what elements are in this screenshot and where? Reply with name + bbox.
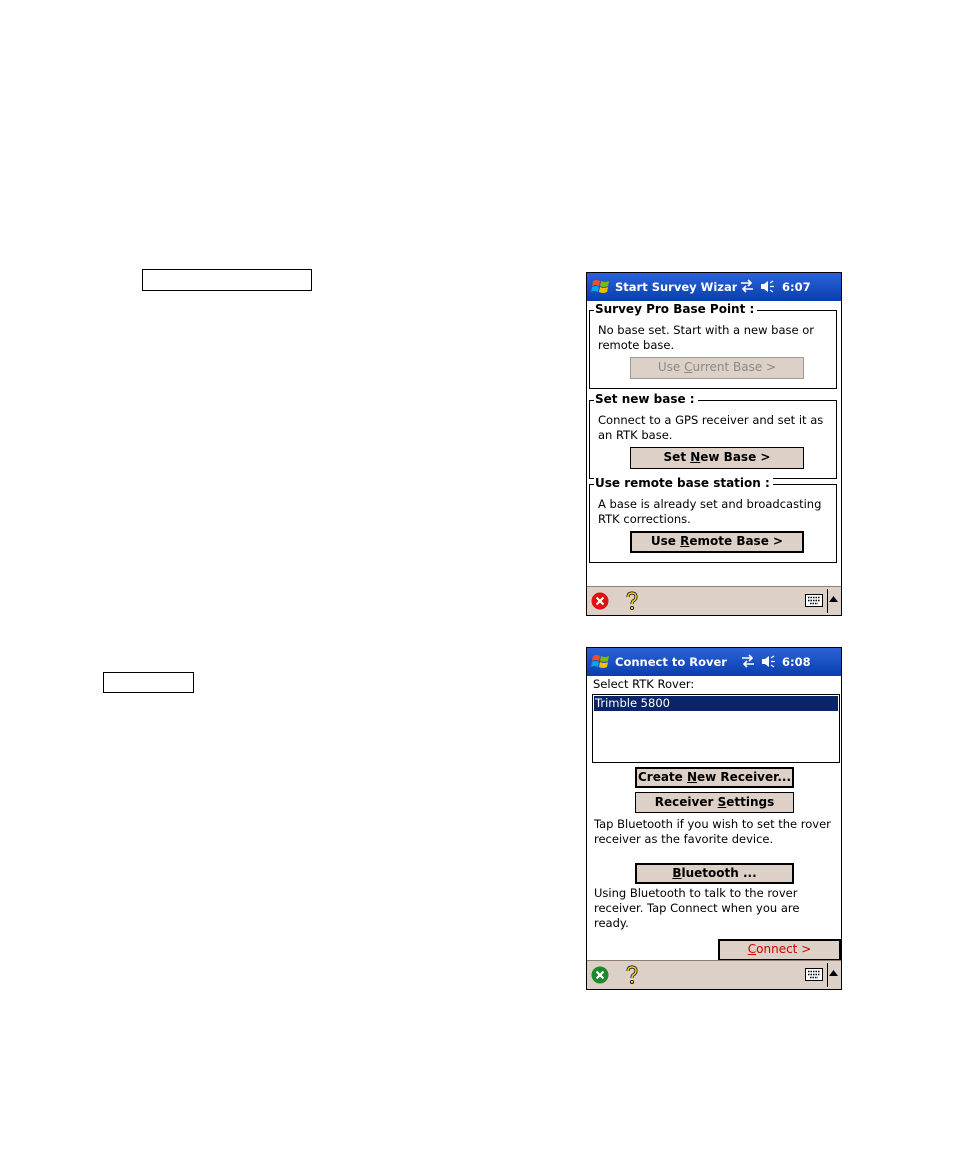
keyboard-icon[interactable] xyxy=(805,594,823,607)
group-title: Set new base : xyxy=(594,392,698,406)
bluetooth-hint-text: Tap Bluetooth if you wish to set the rov… xyxy=(594,817,831,846)
select-rover-label: Select RTK Rover: xyxy=(593,677,695,691)
use-remote-base-button[interactable]: Use Remote Base > xyxy=(630,531,804,553)
receiver-settings-button[interactable]: Receiver Settings xyxy=(635,792,794,813)
clock[interactable]: 6:07 xyxy=(782,280,811,294)
create-new-receiver-button[interactable]: Create New Receiver... xyxy=(635,767,794,788)
form-field-box xyxy=(103,672,194,693)
command-bar xyxy=(587,586,841,615)
separator xyxy=(827,963,828,987)
rover-listbox[interactable]: Trimble 5800 xyxy=(592,694,840,763)
speaker-icon[interactable] xyxy=(761,655,776,668)
group-description: No base set. Start with a new base or re… xyxy=(598,323,815,352)
bluetooth-status-text: Using Bluetooth to talk to the rover rec… xyxy=(594,886,800,930)
window-title: Start Survey Wizard xyxy=(615,280,737,294)
clock[interactable]: 6:08 xyxy=(782,655,811,669)
windows-start-icon[interactable] xyxy=(590,652,612,672)
separator xyxy=(827,589,828,613)
list-item[interactable]: Trimble 5800 xyxy=(594,696,838,711)
form-field-box xyxy=(142,269,312,291)
group-description: A base is already set and broadcasting R… xyxy=(598,497,822,526)
group-title: Use remote base station : xyxy=(594,476,773,490)
speaker-icon[interactable] xyxy=(760,280,775,293)
keyboard-icon[interactable] xyxy=(805,968,823,981)
close-icon[interactable] xyxy=(591,592,609,610)
sip-arrow-icon[interactable] xyxy=(829,596,838,602)
sip-arrow-icon[interactable] xyxy=(829,970,838,976)
window-title: Connect to Rover xyxy=(615,655,727,669)
connect-to-rover-screen: Connect to Rover 6:08 Select RTK Rover: … xyxy=(586,647,842,990)
command-bar xyxy=(587,960,841,989)
set-new-base-group: Set new base : Connect to a GPS receiver… xyxy=(589,392,837,479)
wizard-content: Survey Pro Base Point : No base set. Sta… xyxy=(587,301,841,587)
group-description: Connect to a GPS receiver and set it as … xyxy=(598,413,824,442)
group-title: Survey Pro Base Point : xyxy=(594,302,758,316)
base-point-group: Survey Pro Base Point : No base set. Sta… xyxy=(589,302,837,389)
remote-base-station-group: Use remote base station : A base is alre… xyxy=(589,476,837,563)
use-current-base-button[interactable]: Use Current Base > xyxy=(630,357,804,379)
ok-close-icon[interactable] xyxy=(591,966,609,984)
windows-start-icon[interactable] xyxy=(590,277,612,297)
title-bar: Start Survey Wizard 6:07 xyxy=(587,273,841,301)
set-new-base-button[interactable]: Set New Base > xyxy=(630,447,804,469)
connect-button[interactable]: Connect > xyxy=(718,939,841,961)
title-bar: Connect to Rover 6:08 xyxy=(587,648,841,676)
start-survey-wizard-screen: Start Survey Wizard 6:07 Survey Pro Base… xyxy=(586,272,842,616)
help-icon[interactable] xyxy=(625,965,639,985)
help-icon[interactable] xyxy=(625,591,639,611)
bluetooth-button[interactable]: Bluetooth ... xyxy=(635,863,794,884)
connectivity-icon[interactable] xyxy=(739,279,755,293)
connect-content: Select RTK Rover: Trimble 5800 Create Ne… xyxy=(587,676,841,961)
connectivity-icon[interactable] xyxy=(740,654,756,668)
